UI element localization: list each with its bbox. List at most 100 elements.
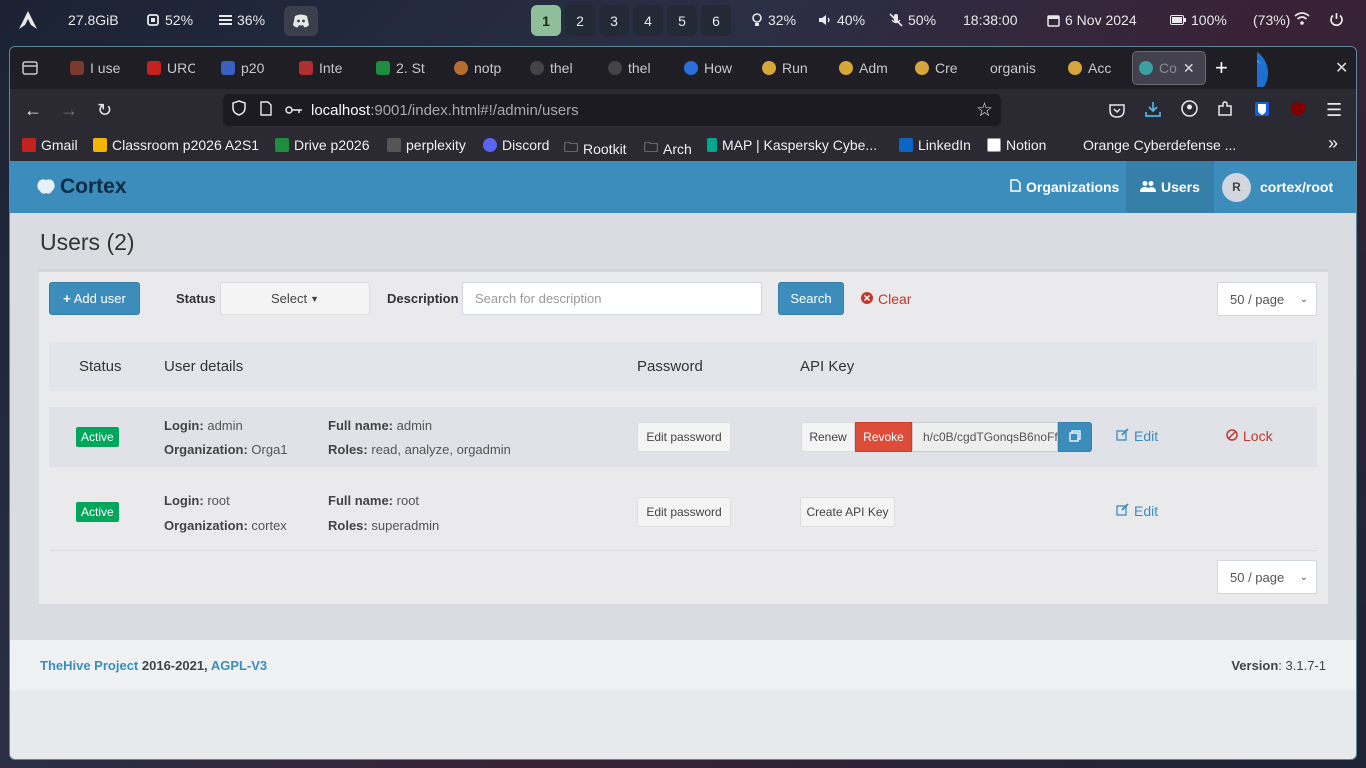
tab-8[interactable]: thel [608,51,658,85]
bookmark-orange[interactable]: Orange Cyberdefense ... [1083,137,1236,153]
cortex-logo[interactable]: Cortex [36,175,127,199]
description-search-input[interactable]: Search for description [462,282,762,315]
classroom-icon [93,138,107,152]
workspace-5[interactable]: 5 [667,5,697,36]
tab-12[interactable]: Cre [915,51,967,85]
thehive-project-link[interactable]: TheHive Project [40,658,138,673]
table-row: Active Login: root Organization: cortex … [49,482,1317,542]
tab-4[interactable]: Inte [299,51,349,85]
users-box: + Add user Status Select ▼ Description S… [39,269,1328,604]
workspace-6[interactable]: 6 [701,5,731,36]
tab-5[interactable]: 2. St [376,51,426,85]
tab-favicon [530,61,544,75]
status-badge: Active [76,502,119,522]
page-size-select-top[interactable]: 50 / page ⌄ [1217,282,1317,316]
pocket-icon[interactable] [1109,101,1125,123]
extension-bitwarden-icon[interactable] [1254,100,1270,122]
workspace-4[interactable]: 4 [633,5,663,36]
column-status: Status [79,358,122,375]
kaspersky-icon [707,138,717,152]
list-tabs-icon[interactable] [1257,49,1287,87]
clock: 18:38:00 [963,12,1018,28]
tab-overview-icon[interactable] [22,51,42,85]
bookmark-drive[interactable]: Drive p2026 [275,137,370,153]
extensions-icon[interactable] [1217,100,1233,122]
nav-users[interactable]: Users [1126,161,1214,213]
account-icon[interactable] [1181,100,1198,122]
bookmark-folder-arch[interactable]: 🗀 Arch [644,137,692,161]
close-tab-icon[interactable]: ✕ [1183,60,1195,77]
speaker-icon [819,15,830,25]
workspace-3[interactable]: 3 [599,5,629,36]
forward-icon[interactable]: → [60,99,78,121]
bookmark-linkedin[interactable]: LinkedIn [899,137,971,153]
edit-password-button[interactable]: Edit password [637,422,731,452]
tab-6[interactable]: notp [454,51,504,85]
nav-user-menu[interactable]: R cortex/root [1208,161,1347,213]
table-header: Status User details Password API Key [49,342,1317,391]
tab-active[interactable]: Co ✕ [1132,51,1206,85]
add-user-button[interactable]: + Add user [49,282,140,315]
tab-3[interactable]: p20 [221,51,271,85]
api-key-field[interactable]: h/c0B/cgdTGonqsB6noFf [912,422,1058,452]
page-title: Users (2) [40,229,135,255]
firefox-logo-icon [1257,51,1268,87]
revoke-api-key-button[interactable]: Revoke [855,422,912,452]
bookmark-gmail[interactable]: Gmail [22,137,78,153]
bookmarks-bar: Gmail Classroom p2026 A2S1 Drive p2026 p… [10,131,1356,161]
nav-organizations[interactable]: Organizations [996,161,1133,213]
bookmark-perplexity[interactable]: perplexity [387,137,466,153]
copy-api-key-button[interactable] [1058,422,1092,452]
bookmark-classroom[interactable]: Classroom p2026 A2S1 [93,137,259,153]
close-window-icon[interactable]: ✕ [1335,51,1351,85]
tab-13[interactable]: organis [990,51,1042,85]
bookmark-kaspersky[interactable]: MAP | Kaspersky Cybe... [707,137,877,153]
url-text[interactable]: localhost:9001/index.html#!/admin/users [311,102,579,119]
tab-11[interactable]: Adm [839,51,891,85]
reload-icon[interactable]: ↻ [97,99,112,121]
extension-ublock-icon[interactable] [1290,100,1306,122]
lock-user-link[interactable]: Lock [1226,428,1273,444]
wifi-icon[interactable] [1294,12,1310,25]
tab-10[interactable]: Run [762,51,814,85]
workspace-2[interactable]: 2 [565,5,595,36]
search-button[interactable]: Search [778,282,844,315]
key-icon[interactable] [285,102,303,119]
workspace-1[interactable]: 1 [531,5,561,36]
menu-icon[interactable]: ☰ [1326,99,1342,121]
license-link[interactable]: AGPL-V3 [211,658,267,673]
tab-1[interactable]: I use [70,51,125,85]
tab-9[interactable]: How [684,51,736,85]
new-tab-icon[interactable]: + [1215,51,1249,85]
bookmark-discord[interactable]: Discord [483,137,549,153]
browser-window: I use URC p20 Inte 2. St notp thel thel … [9,46,1357,760]
downloads-icon[interactable] [1145,100,1161,122]
times-circle-icon [861,291,873,307]
power-icon[interactable] [1329,12,1344,27]
tab-2[interactable]: URC [147,51,195,85]
table-bottom-divider [49,550,1317,551]
edit-user-link[interactable]: Edit [1116,428,1158,444]
more-bookmarks-icon[interactable]: » [1328,133,1338,154]
gmail-icon [22,138,36,152]
clear-button[interactable]: Clear [861,291,911,307]
discord-tray-icon[interactable] [284,6,318,36]
status-select[interactable]: Select ▼ [220,282,370,315]
edit-password-button[interactable]: Edit password [637,497,731,527]
shield-icon[interactable] [232,100,246,120]
tab-7[interactable]: thel [530,51,580,85]
page-size-select-bottom[interactable]: 50 / page ⌄ [1217,560,1317,594]
back-icon[interactable]: ← [24,99,42,121]
bookmark-notion[interactable]: Notion [987,137,1046,153]
edit-user-link[interactable]: Edit [1116,503,1158,519]
tab-14[interactable]: Acc [1068,51,1120,85]
renew-api-key-button[interactable]: Renew [801,422,855,452]
drive-icon [376,61,390,75]
notion-icon [987,138,1001,152]
arch-logo-icon[interactable] [18,10,38,30]
create-api-key-button[interactable]: Create API Key [800,497,895,527]
login-field: Login: admin [164,418,243,433]
url-bar[interactable]: localhost:9001/index.html#!/admin/users … [223,94,1001,126]
bookmark-star-icon[interactable]: ☆ [976,99,993,122]
bookmark-folder-rootkit[interactable]: 🗀 Rootkit [564,137,627,161]
